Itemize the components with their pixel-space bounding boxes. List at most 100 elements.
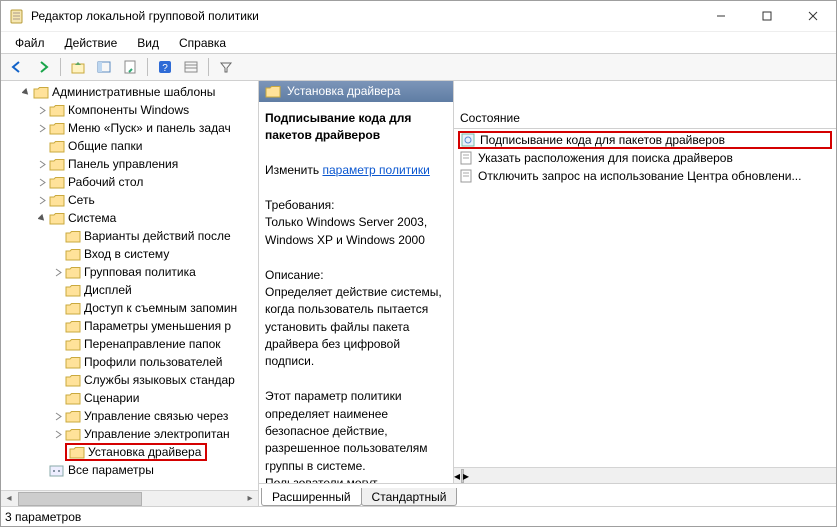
scroll-left-icon[interactable]: ◂ bbox=[1, 492, 17, 506]
list-item[interactable]: Отключить запрос на использование Центра… bbox=[458, 167, 832, 185]
horizontal-scrollbar[interactable]: ◂ ▸ bbox=[1, 490, 258, 506]
tree-node[interactable]: Управление электропитан bbox=[1, 425, 258, 443]
menu-file[interactable]: Файл bbox=[5, 34, 55, 52]
tree-node[interactable]: Групповая политика bbox=[1, 263, 258, 281]
desc-text-2: Этот параметр политики определяет наимен… bbox=[265, 389, 439, 483]
list-item-label: Подписывание кода для пакетов драйверов bbox=[480, 133, 725, 147]
horizontal-scrollbar[interactable]: ◂ ▸ bbox=[454, 467, 836, 483]
folder-icon bbox=[49, 175, 65, 189]
tree-node[interactable]: Доступ к съемным запомин bbox=[1, 299, 258, 317]
tree-node[interactable]: Рабочий стол bbox=[1, 173, 258, 191]
expand-icon[interactable] bbox=[35, 124, 49, 133]
folder-icon bbox=[49, 193, 65, 207]
folder-icon bbox=[65, 229, 81, 243]
folder-icon bbox=[69, 445, 85, 459]
menu-help[interactable]: Справка bbox=[169, 34, 236, 52]
app-icon bbox=[9, 8, 25, 24]
expand-icon[interactable] bbox=[35, 178, 49, 187]
tree-node[interactable]: Сеть bbox=[1, 191, 258, 209]
req-label: Требования: bbox=[265, 198, 335, 212]
expand-icon[interactable] bbox=[51, 412, 65, 421]
tree-node-admin-templates[interactable]: Административные шаблоны bbox=[1, 83, 258, 101]
list-item[interactable]: Указать расположения для поиска драйверо… bbox=[458, 149, 832, 167]
policy-title: Подписывание кода для пакетов драйверов bbox=[265, 111, 411, 142]
up-button[interactable] bbox=[66, 56, 90, 78]
folder-icon bbox=[65, 301, 81, 315]
tree-node[interactable]: Компоненты Windows bbox=[1, 101, 258, 119]
policy-setting-link[interactable]: параметр политики bbox=[322, 163, 429, 177]
scroll-right-icon[interactable]: ▸ bbox=[242, 492, 258, 506]
tree-node[interactable]: Службы языковых стандар bbox=[1, 371, 258, 389]
column-header-state[interactable]: Состояние bbox=[454, 107, 836, 129]
tree-node[interactable]: Параметры уменьшения р bbox=[1, 317, 258, 335]
status-bar: 3 параметров bbox=[1, 506, 836, 526]
tree-pane: Административные шаблоны Компоненты Wind… bbox=[1, 81, 259, 506]
menu-view[interactable]: Вид bbox=[127, 34, 169, 52]
toolbar-separator bbox=[60, 58, 61, 76]
folder-icon bbox=[265, 84, 281, 98]
window-title: Редактор локальной групповой политики bbox=[31, 9, 259, 23]
tree-node-all-settings[interactable]: Все параметры bbox=[1, 461, 258, 479]
tab-strip: Расширенный Стандартный bbox=[259, 484, 836, 506]
folder-icon bbox=[65, 337, 81, 351]
expand-icon[interactable] bbox=[35, 106, 49, 115]
tab-standard[interactable]: Стандартный bbox=[361, 488, 458, 506]
policy-icon bbox=[458, 168, 474, 184]
back-button[interactable] bbox=[5, 56, 29, 78]
folder-icon bbox=[65, 283, 81, 297]
path-label: Установка драйвера bbox=[287, 84, 400, 98]
list-button[interactable] bbox=[179, 56, 203, 78]
tree-node[interactable]: Профили пользователей bbox=[1, 353, 258, 371]
properties-button[interactable] bbox=[118, 56, 142, 78]
filter-button[interactable] bbox=[214, 56, 238, 78]
folder-icon bbox=[65, 355, 81, 369]
collapse-icon[interactable] bbox=[35, 214, 49, 223]
collapse-icon[interactable] bbox=[19, 88, 33, 97]
detail-pane: Установка драйвера Подписывание кода для… bbox=[259, 81, 454, 483]
folder-icon bbox=[49, 103, 65, 117]
tree-node-system[interactable]: Система bbox=[1, 209, 258, 227]
tree-node[interactable]: Перенаправление папок bbox=[1, 335, 258, 353]
toolbar-separator bbox=[147, 58, 148, 76]
menu-bar: Файл Действие Вид Справка bbox=[1, 31, 836, 53]
tree-node[interactable]: Варианты действий после bbox=[1, 227, 258, 245]
folder-icon bbox=[65, 391, 81, 405]
menu-action[interactable]: Действие bbox=[55, 34, 128, 52]
status-text: 3 параметров bbox=[5, 510, 81, 524]
settings-icon bbox=[49, 463, 65, 477]
list-item-label: Указать расположения для поиска драйверо… bbox=[478, 151, 733, 165]
titlebar: Редактор локальной групповой политики bbox=[1, 1, 836, 31]
req-text: Только Windows Server 2003, Windows XP и… bbox=[265, 215, 427, 246]
path-header: Установка драйвера bbox=[259, 81, 453, 102]
tree-node-driver-install[interactable]: Установка драйвера bbox=[1, 443, 258, 461]
tree-node[interactable]: Общие папки bbox=[1, 137, 258, 155]
close-button[interactable] bbox=[790, 1, 836, 31]
folder-icon bbox=[65, 319, 81, 333]
tree-node[interactable]: Панель управления bbox=[1, 155, 258, 173]
folder-icon bbox=[65, 427, 81, 441]
expand-icon[interactable] bbox=[51, 268, 65, 277]
folder-icon bbox=[49, 121, 65, 135]
expand-icon[interactable] bbox=[35, 196, 49, 205]
folder-icon bbox=[49, 139, 65, 153]
list-item[interactable]: Подписывание кода для пакетов драйверов bbox=[458, 131, 832, 149]
tree-node[interactable]: Сценарии bbox=[1, 389, 258, 407]
scroll-right-icon[interactable]: ▸ bbox=[463, 469, 469, 483]
folder-icon bbox=[65, 247, 81, 261]
expand-icon[interactable] bbox=[35, 160, 49, 169]
tree-node[interactable]: Вход в систему bbox=[1, 245, 258, 263]
help-button[interactable]: ? bbox=[153, 56, 177, 78]
forward-button[interactable] bbox=[31, 56, 55, 78]
policy-icon bbox=[460, 132, 476, 148]
tab-extended[interactable]: Расширенный bbox=[261, 488, 362, 506]
minimize-button[interactable] bbox=[698, 1, 744, 31]
tree-node[interactable]: Меню «Пуск» и панель задач bbox=[1, 119, 258, 137]
show-hide-tree-button[interactable] bbox=[92, 56, 116, 78]
tree-node[interactable]: Управление связью через bbox=[1, 407, 258, 425]
tree-node[interactable]: Дисплей bbox=[1, 281, 258, 299]
folder-icon bbox=[65, 265, 81, 279]
expand-icon[interactable] bbox=[51, 430, 65, 439]
maximize-button[interactable] bbox=[744, 1, 790, 31]
folder-icon bbox=[65, 409, 81, 423]
list-item-label: Отключить запрос на использование Центра… bbox=[478, 169, 801, 183]
